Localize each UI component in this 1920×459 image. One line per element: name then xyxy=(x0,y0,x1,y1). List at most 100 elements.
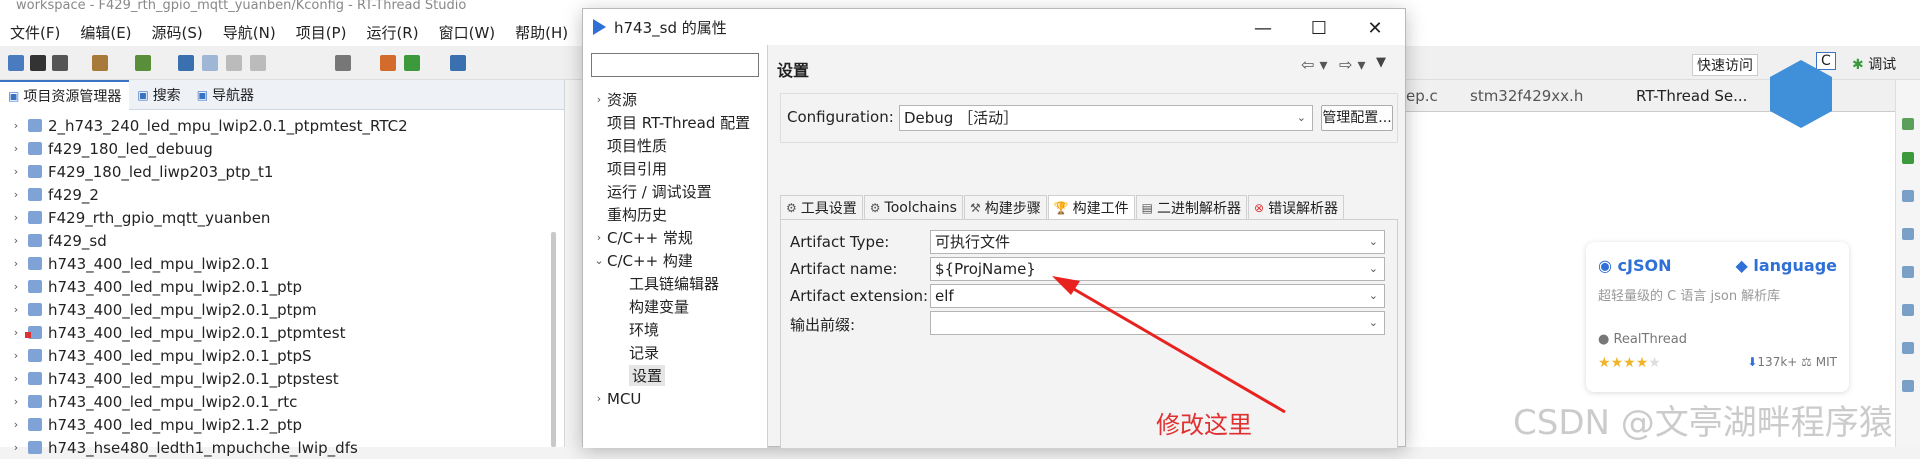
project-tree-item[interactable]: › f429_2 xyxy=(0,183,564,206)
minimize-button[interactable]: — xyxy=(1235,13,1291,43)
chevron-right-icon[interactable]: › xyxy=(8,372,24,385)
chevron-right-icon[interactable]: › xyxy=(8,119,24,132)
property-nav-item[interactable]: 运行 / 调试设置 xyxy=(583,180,768,203)
chevron-right-icon[interactable]: › xyxy=(8,441,24,454)
project-tree-item[interactable]: › h743_400_led_mpu_lwip2.0.1_ptpm xyxy=(0,298,564,321)
chevron-icon[interactable]: ⌄ xyxy=(591,254,607,267)
property-nav-item[interactable]: 项目性质 xyxy=(583,134,768,157)
property-nav-item[interactable]: 重构历史 xyxy=(583,203,768,226)
peripherals-icon[interactable] xyxy=(1902,304,1914,316)
property-nav-item[interactable]: 设置 xyxy=(583,364,768,387)
debug-icon[interactable] xyxy=(135,55,151,71)
chevron-right-icon[interactable]: › xyxy=(8,303,24,316)
property-nav-item[interactable]: › MCU xyxy=(583,387,768,410)
new-icon[interactable] xyxy=(8,55,24,71)
perspective-c-button[interactable]: C xyxy=(1816,52,1836,70)
maximize-button[interactable]: ☐ xyxy=(1291,13,1347,43)
project-tree-item[interactable]: › h743_400_led_mpu_lwip2.0.1 xyxy=(0,252,564,275)
chevron-right-icon[interactable]: › xyxy=(8,395,24,408)
panel-tab[interactable]: ▣ 项目资源管理器 xyxy=(0,79,130,110)
save-icon[interactable] xyxy=(30,55,46,71)
perspective-debug-button[interactable]: ✱ 调试 xyxy=(1852,54,1896,74)
editor-tab[interactable]: stm32f429xx.h xyxy=(1470,87,1583,105)
chevron-right-icon[interactable]: › xyxy=(8,142,24,155)
property-nav-item[interactable]: 构建变量 xyxy=(583,295,768,318)
menu-item[interactable]: 窗口(W) xyxy=(439,22,496,43)
search-icon[interactable] xyxy=(450,55,466,71)
chevron-icon[interactable]: › xyxy=(591,231,607,244)
property-nav-item[interactable]: › 资源 xyxy=(583,88,768,111)
console-icon[interactable] xyxy=(1902,380,1914,392)
menu-item[interactable]: 运行(R) xyxy=(366,22,418,43)
property-nav-item[interactable]: 项目 RT-Thread 配置 xyxy=(583,111,768,134)
artifact-field-input[interactable]: ⌄ xyxy=(930,311,1385,335)
close-button[interactable]: ✕ xyxy=(1347,13,1403,43)
chevron-right-icon[interactable]: › xyxy=(8,257,24,270)
chevron-right-icon[interactable]: › xyxy=(8,326,24,339)
build-icon[interactable] xyxy=(92,55,108,71)
chevron-icon[interactable]: › xyxy=(591,392,607,405)
project-tree-item[interactable]: › F429_rth_gpio_mqtt_yuanben xyxy=(0,206,564,229)
property-nav-item[interactable]: 环境 xyxy=(583,318,768,341)
settings-tab[interactable]: ⚙ Toolchains xyxy=(863,195,963,219)
project-tree-item[interactable]: › h743_hse480_ledth1_mpuchche_lwip_dfs xyxy=(0,436,564,459)
artifact-field-input[interactable]: ${ProjName} ⌄ xyxy=(930,257,1385,281)
chevron-icon[interactable]: › xyxy=(591,93,607,106)
variables-icon[interactable] xyxy=(1902,228,1914,240)
menu-item[interactable]: 项目(P) xyxy=(296,22,347,43)
manage-configurations-button[interactable]: 管理配置... xyxy=(1321,105,1393,131)
outline-icon[interactable] xyxy=(1902,118,1914,130)
step-icon[interactable] xyxy=(250,55,266,71)
settings-tab[interactable]: ⊗ 错误解析器 xyxy=(1248,195,1345,219)
settings-tab[interactable]: 🏆 构建工件 xyxy=(1047,195,1135,219)
list-icon[interactable] xyxy=(1902,190,1914,202)
project-tree-item[interactable]: › f429_180_led_debuug xyxy=(0,137,564,160)
chevron-right-icon[interactable]: › xyxy=(8,234,24,247)
project-tree-item[interactable]: › h743_400_led_mpu_lwip2.0.1_rtc xyxy=(0,390,564,413)
artifact-field-input[interactable]: 可执行文件 ⌄ xyxy=(930,230,1385,254)
registers-icon[interactable] xyxy=(1902,266,1914,278)
bug-icon[interactable] xyxy=(404,55,420,71)
explorer-scrollbar[interactable] xyxy=(551,232,556,447)
project-tree-item[interactable]: › f429_sd xyxy=(0,229,564,252)
panel-tab[interactable]: ▣ 搜索 xyxy=(129,80,188,110)
monitor-icon[interactable] xyxy=(178,55,194,71)
terminal-icon[interactable] xyxy=(335,55,351,71)
menu-item[interactable]: 编辑(E) xyxy=(80,22,131,43)
project-tree-item[interactable]: › F429_180_led_liwp203_ptp_t1 xyxy=(0,160,564,183)
stop-icon[interactable] xyxy=(226,55,242,71)
chevron-right-icon[interactable]: › xyxy=(8,188,24,201)
menu-item[interactable]: 文件(F) xyxy=(10,22,60,43)
chevron-right-icon[interactable]: › xyxy=(8,211,24,224)
menu-item[interactable]: 源码(S) xyxy=(152,22,203,43)
menu-item[interactable]: 导航(N) xyxy=(223,22,276,43)
run-icon[interactable] xyxy=(202,55,218,71)
chevron-right-icon[interactable]: › xyxy=(8,418,24,431)
memory-icon[interactable] xyxy=(1902,342,1914,354)
bug-icon[interactable] xyxy=(1902,152,1914,164)
chevron-right-icon[interactable]: › xyxy=(8,165,24,178)
quick-access-button[interactable]: 快速访问 xyxy=(1692,54,1758,76)
configuration-select[interactable]: Debug ［活动］ ⌄ xyxy=(899,105,1313,131)
forward-nav-button[interactable]: ⇨ ▾ xyxy=(1339,55,1366,74)
property-nav-item[interactable]: › C/C++ 常规 xyxy=(583,226,768,249)
property-nav-item[interactable]: 工具链编辑器 xyxy=(583,272,768,295)
property-nav-item[interactable]: 项目引用 xyxy=(583,157,768,180)
project-tree-item[interactable]: › h743_400_led_mpu_lwip2.1.2_ptp xyxy=(0,413,564,436)
chevron-right-icon[interactable]: › xyxy=(8,280,24,293)
menu-button[interactable]: ▼ xyxy=(1376,55,1386,70)
settings-tab[interactable]: ▤ 二进制解析器 xyxy=(1135,195,1247,219)
settings-tab[interactable]: ⚙ 工具设置 xyxy=(780,195,863,219)
editor-tab[interactable]: ep.c xyxy=(1406,87,1438,105)
editor-tab[interactable]: RT-Thread Se... xyxy=(1636,87,1747,105)
panel-tab[interactable]: ▣ 导航器 xyxy=(189,80,262,110)
project-tree-item[interactable]: › h743_400_led_mpu_lwip2.0.1_ptp xyxy=(0,275,564,298)
project-tree-item[interactable]: › 2_h743_240_led_mpu_lwip2.0.1_ptpmtest_R… xyxy=(0,114,564,137)
back-nav-button[interactable]: ⇦ ▾ xyxy=(1301,55,1328,74)
settings-icon[interactable] xyxy=(380,55,396,71)
filter-input[interactable] xyxy=(591,53,759,77)
chevron-right-icon[interactable]: › xyxy=(8,349,24,362)
project-tree-item[interactable]: › h743_400_led_mpu_lwip2.0.1_ptpS xyxy=(0,344,564,367)
menu-item[interactable]: 帮助(H) xyxy=(515,22,568,43)
project-tree-item[interactable]: › h743_400_led_mpu_lwip2.0.1_ptpmtest xyxy=(0,321,564,344)
